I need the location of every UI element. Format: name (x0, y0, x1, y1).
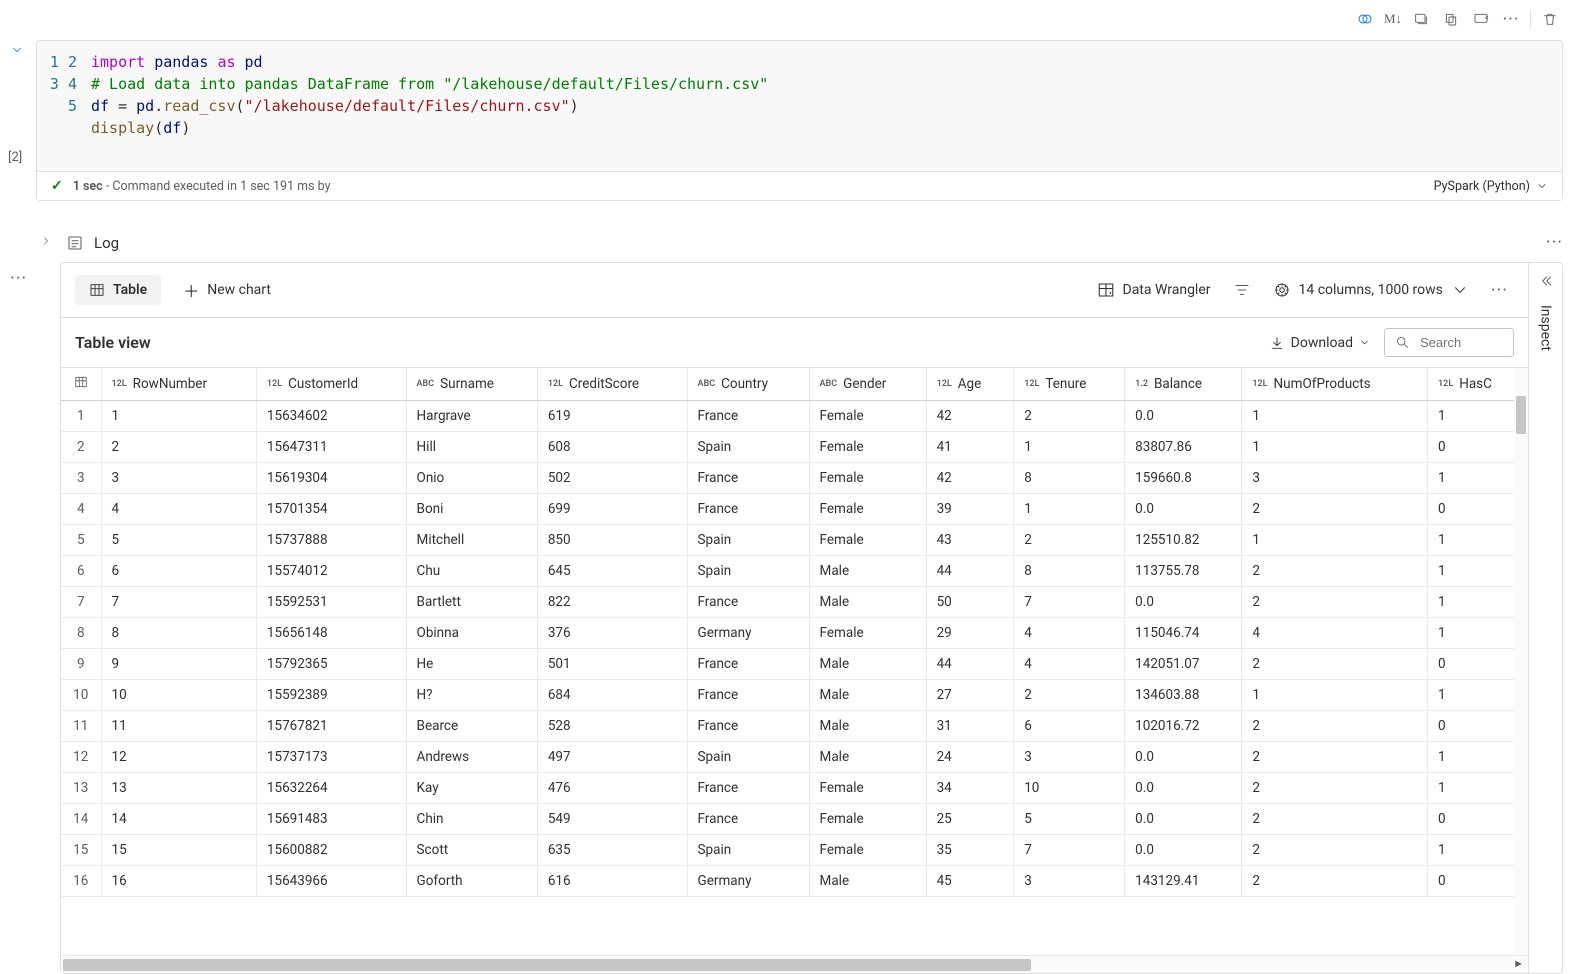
data-wrangler-button[interactable]: Data Wrangler (1089, 275, 1219, 305)
convert-markdown-button[interactable]: M↓ (1382, 6, 1404, 32)
table-row[interactable]: 6615574012Chu645SpainMale448113755.7821 (61, 556, 1528, 587)
more-icon[interactable]: ··· (1498, 6, 1524, 32)
kernel-label: PySpark (Python) (1434, 179, 1530, 194)
code-editor[interactable]: import pandas as pd # Load data into pan… (91, 41, 1562, 171)
column-header[interactable]: ABCCountry (687, 368, 809, 401)
exec-time: 1 sec (73, 179, 103, 194)
line-numbers: 1 2 3 4 5 (37, 41, 91, 171)
data-wrangler-label: Data Wrangler (1123, 282, 1211, 298)
table-row[interactable]: 3315619304Onio502FranceFemale428159660.8… (61, 463, 1528, 494)
data-table: 12LRowNumber12LCustomerIdABCSurname12LCr… (61, 368, 1528, 897)
column-header[interactable]: 12LNumOfProducts (1242, 368, 1428, 401)
column-header[interactable]: 12LCustomerId (256, 368, 406, 401)
kernel-selector[interactable]: PySpark (Python) (1434, 179, 1548, 194)
output-more-icon[interactable]: ··· (1485, 274, 1514, 307)
vertical-scrollbar[interactable] (1514, 368, 1528, 955)
table-row[interactable]: 131315632264Kay476FranceFemale34100.021 (61, 773, 1528, 804)
status-bar: ✓ 1 sec - Command executed in 1 sec 191 … (37, 171, 1562, 200)
venn-icon[interactable] (1352, 6, 1378, 32)
table-row[interactable]: 9915792365He501FranceMale444142051.0720 (61, 649, 1528, 680)
column-header[interactable]: 12LHasC (1428, 368, 1528, 401)
table-row[interactable]: 121215737173Andrews497SpainMale2430.021 (61, 742, 1528, 773)
download-label: Download (1291, 335, 1353, 351)
table-row[interactable]: 141415691483Chin549FranceFemale2550.020 (61, 804, 1528, 835)
inspect-collapse-icon[interactable] (1538, 273, 1554, 293)
cell-side-more-icon[interactable]: ··· (10, 268, 27, 289)
column-header[interactable]: 1.2Balance (1125, 368, 1242, 401)
table-view-button[interactable]: Table (75, 275, 161, 305)
success-icon: ✓ (51, 178, 63, 194)
table-row[interactable]: 161615643966Goforth616GermanyMale4531431… (61, 866, 1528, 897)
code-cell[interactable]: 1 2 3 4 5 import pandas as pd # Load dat… (36, 40, 1563, 201)
search-box[interactable] (1384, 328, 1514, 357)
table-row[interactable]: 7715592531Bartlett822FranceMale5070.021 (61, 587, 1528, 618)
log-more-icon[interactable]: ··· (1546, 232, 1563, 253)
log-label: Log (94, 234, 119, 252)
column-header[interactable]: 12LTenure (1014, 368, 1125, 401)
column-header[interactable]: 12LRowNumber (101, 368, 256, 401)
table-row[interactable]: 5515737888Mitchell850SpainFemale43212551… (61, 525, 1528, 556)
table-container[interactable]: 12LRowNumber12LCustomerIdABCSurname12LCr… (61, 367, 1528, 955)
table-row[interactable]: 1115634602Hargrave619FranceFemale4220.01… (61, 401, 1528, 432)
new-chart-label: New chart (207, 282, 271, 298)
column-header[interactable]: ABCSurname (406, 368, 537, 401)
table-row[interactable]: 4415701354Boni699FranceFemale3910.020 (61, 494, 1528, 525)
output-panel: Table ＋ New chart Data Wrangler 14 colum… (60, 262, 1563, 974)
filter-icon[interactable] (1227, 275, 1257, 305)
table-row[interactable]: 2215647311Hill608SpainFemale41183807.861… (61, 432, 1528, 463)
cell-toolbar: M↓ ··· (1352, 6, 1563, 32)
column-header[interactable]: 12LAge (926, 368, 1014, 401)
log-section: Log ··· (36, 232, 1563, 253)
table-row[interactable]: 8815656148Obinna376GermanyFemale29411504… (61, 618, 1528, 649)
table-sub-toolbar: Table view Download (61, 318, 1528, 367)
horizontal-scrollbar[interactable]: ◄ ► (61, 955, 1528, 973)
table-view-label: Table (113, 282, 147, 298)
log-expand-icon[interactable] (36, 235, 56, 251)
exec-detail: - Command executed in 1 sec 191 ms by (106, 179, 331, 194)
delete-icon[interactable] (1537, 6, 1563, 32)
table-row[interactable]: 111115767821Bearce528FranceMale316102016… (61, 711, 1528, 742)
execution-count: [2] (8, 150, 22, 165)
comment-icon[interactable] (1468, 6, 1494, 32)
download-button[interactable]: Download (1269, 335, 1370, 351)
shape-info-label: 14 columns, 1000 rows (1299, 282, 1443, 298)
index-header[interactable] (61, 368, 101, 401)
table-row[interactable]: 151515600882Scott635SpainFemale3570.021 (61, 835, 1528, 866)
copy-icon[interactable] (1438, 6, 1464, 32)
inspect-label[interactable]: Inspect (1538, 305, 1554, 351)
search-input[interactable] (1418, 334, 1498, 351)
output-toolbar: Table ＋ New chart Data Wrangler 14 colum… (61, 263, 1528, 318)
new-chart-button[interactable]: ＋ New chart (169, 271, 285, 309)
inspect-sidebar: Inspect (1528, 263, 1562, 973)
log-icon (66, 234, 84, 252)
column-header[interactable]: ABCGender (809, 368, 926, 401)
column-header[interactable]: 12LCreditScore (537, 368, 687, 401)
collapse-cell-icon[interactable] (0, 40, 34, 61)
table-view-title: Table view (75, 333, 151, 352)
table-row[interactable]: 101015592389H?684FranceMale272134603.881… (61, 680, 1528, 711)
shape-info-button[interactable]: 14 columns, 1000 rows (1265, 275, 1477, 305)
run-below-icon[interactable] (1408, 6, 1434, 32)
